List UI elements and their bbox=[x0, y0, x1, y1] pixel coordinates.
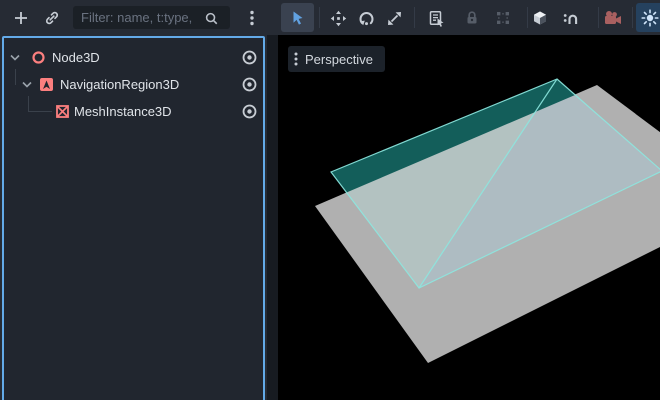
panel-splitter[interactable] bbox=[267, 35, 278, 400]
visibility-eye-icon[interactable] bbox=[241, 49, 258, 66]
vertical-dots-icon bbox=[250, 10, 254, 26]
toolbar-separator bbox=[527, 7, 528, 28]
select-tool-button[interactable] bbox=[281, 3, 314, 32]
projection-menu-button[interactable]: Perspective bbox=[288, 46, 385, 72]
search-icon bbox=[201, 9, 221, 27]
lock-icon bbox=[464, 10, 480, 26]
node-label: NavigationRegion3D bbox=[60, 77, 179, 92]
chevron-down-icon[interactable] bbox=[10, 54, 20, 61]
toolbar-separator bbox=[414, 7, 415, 28]
move-tool-button[interactable] bbox=[329, 9, 347, 27]
move-icon bbox=[330, 10, 347, 27]
add-node-button[interactable] bbox=[8, 5, 34, 31]
sun-icon bbox=[641, 9, 659, 27]
sun-toggle[interactable] bbox=[636, 3, 660, 32]
toolbar-separator bbox=[632, 7, 633, 28]
group-button[interactable] bbox=[494, 9, 512, 27]
scene-tree-panel[interactable]: Node3D NavigationRegion3D bbox=[2, 36, 265, 400]
list-select-tool-button[interactable] bbox=[427, 9, 445, 27]
viewport-3d[interactable]: Perspective bbox=[278, 35, 660, 400]
mesh-instance-icon bbox=[55, 104, 70, 119]
node-label: Node3D bbox=[52, 50, 100, 65]
scale-icon bbox=[386, 10, 403, 27]
scene-render bbox=[278, 35, 660, 400]
local-space-toggle[interactable] bbox=[531, 9, 549, 27]
toolbar-separator bbox=[598, 7, 599, 28]
rotate-tool-button[interactable] bbox=[357, 9, 375, 27]
link-icon bbox=[44, 10, 60, 26]
visibility-eye-icon[interactable] bbox=[241, 103, 258, 120]
godot-editor-window: Perspective Node3D bbox=[0, 0, 660, 400]
tree-row-navigation-region[interactable]: NavigationRegion3D bbox=[4, 71, 261, 98]
node-label: MeshInstance3D bbox=[74, 104, 172, 119]
scale-tool-button[interactable] bbox=[385, 9, 403, 27]
camera-preview-button[interactable] bbox=[602, 8, 624, 28]
scene-tree-menu-button[interactable] bbox=[242, 5, 262, 31]
rotate-icon bbox=[358, 10, 375, 27]
plus-icon bbox=[13, 10, 29, 26]
instance-scene-button[interactable] bbox=[39, 5, 65, 31]
node3d-icon bbox=[31, 50, 46, 65]
tree-row-node3d[interactable]: Node3D bbox=[4, 44, 261, 71]
tree-row-mesh-instance[interactable]: MeshInstance3D bbox=[4, 98, 261, 125]
navigation-region-icon bbox=[39, 77, 54, 92]
top-toolbar bbox=[0, 0, 660, 35]
vertical-dots-icon bbox=[294, 52, 298, 66]
chevron-down-icon[interactable] bbox=[22, 81, 32, 88]
list-select-icon bbox=[428, 10, 445, 27]
select-arrow-icon bbox=[290, 10, 306, 26]
snap-toggle[interactable] bbox=[561, 9, 579, 27]
camera-icon bbox=[603, 9, 623, 27]
group-icon bbox=[495, 10, 511, 26]
lock-button[interactable] bbox=[463, 9, 481, 27]
magnet-icon bbox=[562, 10, 579, 27]
cube-icon bbox=[532, 10, 548, 26]
toolbar-separator bbox=[319, 7, 320, 28]
visibility-eye-icon[interactable] bbox=[241, 76, 258, 93]
projection-label: Perspective bbox=[305, 52, 373, 67]
